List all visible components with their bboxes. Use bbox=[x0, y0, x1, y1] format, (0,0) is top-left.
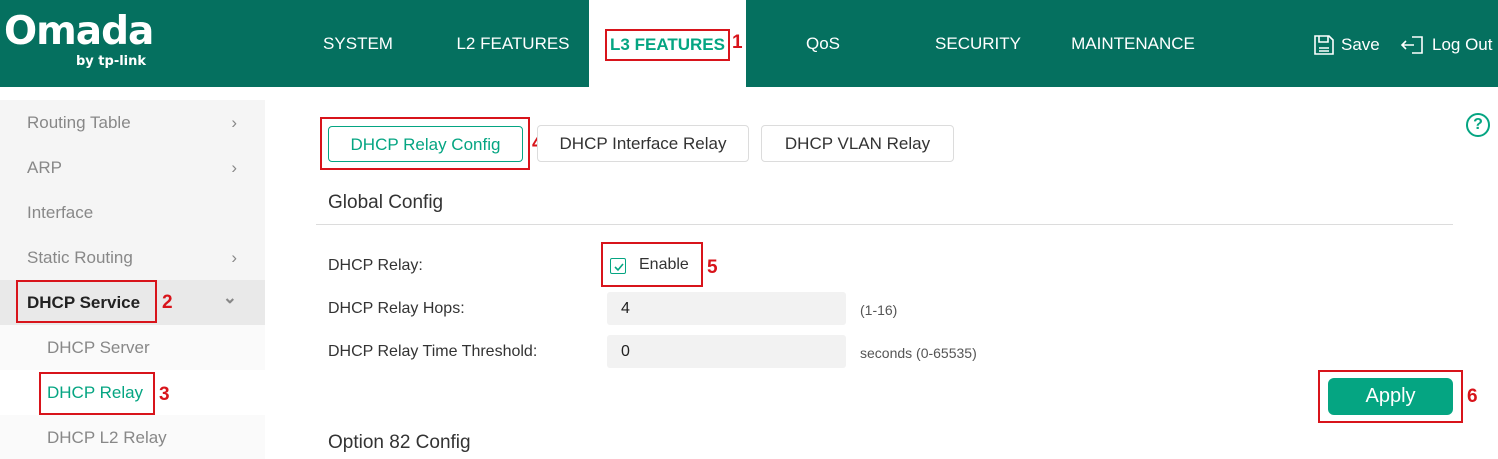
annotation-box bbox=[39, 372, 155, 415]
nav-qos[interactable]: QoS bbox=[780, 0, 866, 87]
annotation-box bbox=[320, 117, 530, 170]
logout-icon bbox=[1400, 36, 1423, 54]
sidebar-item-dhcp-l2-relay[interactable]: DHCP L2 Relay bbox=[0, 415, 265, 459]
sidebar-item-label: DHCP Server bbox=[47, 338, 150, 357]
top-navigation-bar: Omada by tp-link SYSTEM L2 FEATURES L3 F… bbox=[0, 0, 1498, 87]
chevron-right-icon: › bbox=[231, 248, 237, 267]
nav-label: QoS bbox=[805, 34, 841, 53]
sidebar-item-label: Interface bbox=[27, 203, 94, 222]
tab-label: DHCP Interface Relay bbox=[559, 134, 727, 153]
logout-label: Log Out bbox=[1432, 35, 1493, 54]
tab-dhcp-interface-relay[interactable]: DHCP Interface Relay bbox=[537, 125, 749, 162]
nav-label: SECURITY bbox=[935, 34, 1021, 53]
dhcp-relay-label: DHCP Relay: bbox=[328, 257, 423, 274]
hops-range-hint: (1-16) bbox=[860, 302, 898, 318]
annotation-2: 2 bbox=[162, 292, 173, 313]
omada-logo: Omada by tp-link bbox=[4, 9, 154, 70]
chevron-right-icon: › bbox=[231, 113, 237, 132]
nav-label: SYSTEM bbox=[323, 34, 393, 53]
annotation-box bbox=[16, 280, 157, 323]
nav-label: L3 FEATURES bbox=[605, 29, 730, 61]
sidebar-item-dhcp-server[interactable]: DHCP Server bbox=[0, 325, 265, 370]
nav-system[interactable]: SYSTEM bbox=[306, 0, 410, 87]
dhcp-relay-hops-input[interactable] bbox=[607, 292, 846, 325]
sidebar-item-dhcp-service[interactable]: DHCP Service ⌄ bbox=[0, 280, 265, 325]
sidebar-item-arp[interactable]: ARP › bbox=[0, 145, 265, 190]
nav-label: L2 FEATURES bbox=[456, 34, 570, 53]
sidebar-item-label: Static Routing bbox=[27, 248, 133, 267]
annotation-6: 6 bbox=[1467, 386, 1478, 407]
nav-label: MAINTENANCE bbox=[1071, 34, 1195, 53]
dhcp-relay-hops-label: DHCP Relay Hops: bbox=[328, 300, 465, 317]
annotation-3: 3 bbox=[159, 384, 170, 405]
chevron-right-icon: › bbox=[231, 158, 237, 177]
annotation-box bbox=[1318, 370, 1463, 423]
dhcp-relay-time-threshold-input[interactable] bbox=[607, 335, 846, 368]
sidebar-item-interface[interactable]: Interface bbox=[0, 190, 265, 235]
save-icon bbox=[1314, 35, 1334, 55]
nav-l3-features[interactable]: L3 FEATURES bbox=[589, 0, 746, 87]
annotation-1: 1 bbox=[732, 32, 743, 53]
save-label: Save bbox=[1341, 35, 1380, 54]
annotation-box bbox=[601, 242, 703, 287]
help-icon[interactable]: ? bbox=[1466, 113, 1490, 137]
tab-dhcp-vlan-relay[interactable]: DHCP VLAN Relay bbox=[761, 125, 954, 162]
sidebar-item-label: DHCP L2 Relay bbox=[47, 428, 167, 447]
threshold-range-hint: seconds (0-65535) bbox=[860, 345, 977, 361]
logout-button[interactable]: Log Out bbox=[1400, 30, 1493, 60]
dhcp-relay-time-threshold-label: DHCP Relay Time Threshold: bbox=[328, 343, 538, 360]
nav-maintenance[interactable]: MAINTENANCE bbox=[1060, 0, 1206, 87]
section-title-global-config: Global Config bbox=[328, 192, 444, 213]
sidebar-item-static-routing[interactable]: Static Routing › bbox=[0, 235, 265, 280]
nav-security[interactable]: SECURITY bbox=[918, 0, 1038, 87]
sidebar-item-label: ARP bbox=[27, 158, 62, 177]
sidebar-item-label: Routing Table bbox=[27, 113, 131, 132]
section-divider bbox=[316, 224, 1453, 225]
save-button[interactable]: Save bbox=[1313, 30, 1380, 60]
nav-l2-features[interactable]: L2 FEATURES bbox=[438, 0, 588, 87]
section-title-option82-config: Option 82 Config bbox=[328, 432, 471, 453]
annotation-5: 5 bbox=[707, 257, 718, 278]
logo-subtext: by tp-link bbox=[76, 54, 147, 69]
logo-text: Omada bbox=[4, 9, 154, 54]
sidebar-item-dhcp-relay[interactable]: DHCP Relay bbox=[0, 370, 265, 415]
tab-label: DHCP VLAN Relay bbox=[784, 134, 931, 153]
chevron-down-icon: ⌄ bbox=[222, 288, 237, 307]
sidebar-item-routing-table[interactable]: Routing Table › bbox=[0, 100, 265, 145]
